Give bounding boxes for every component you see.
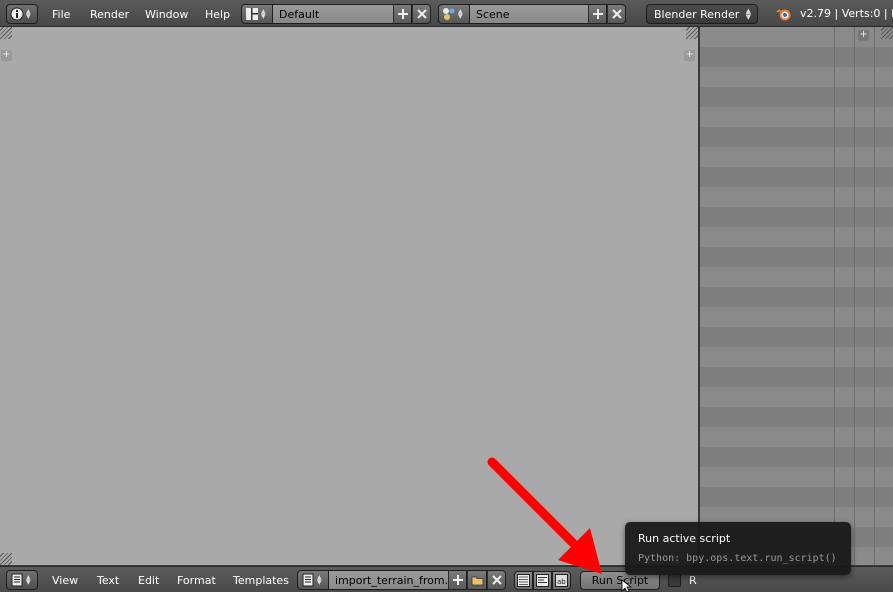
line-numbers-icon — [517, 574, 530, 587]
panel-divider — [854, 27, 855, 565]
chevron-updown-icon: ▲ ▼ — [261, 8, 266, 20]
area-split-handle-top-right[interactable] — [686, 27, 698, 39]
text-datablock-name-field[interactable]: import_terrain_from... — [329, 570, 448, 590]
menu-edit[interactable]: Edit — [138, 574, 159, 587]
scene-name-field[interactable]: Scene — [470, 4, 588, 24]
right-editor-area[interactable]: + — [700, 27, 893, 565]
syntax-highlight-toggle[interactable]: ab — [552, 571, 571, 590]
unlink-text-button[interactable] — [487, 570, 506, 590]
close-icon — [491, 575, 502, 585]
plus-icon — [592, 9, 603, 19]
menu-templates[interactable]: Templates — [233, 574, 289, 587]
blender-logo-icon — [776, 9, 791, 21]
delete-scene-button[interactable] — [607, 4, 626, 24]
properties-toggle-tab[interactable]: + — [684, 50, 695, 61]
menu-render[interactable]: Render — [90, 8, 129, 21]
register-checkbox[interactable] — [668, 574, 681, 587]
plus-icon — [397, 9, 408, 19]
syntax-highlight-icon: ab — [555, 574, 568, 587]
render-engine-label: Blender Render — [654, 8, 740, 21]
editor-type-selector[interactable]: ▲ ▼ — [6, 4, 38, 24]
text-editor-icon — [11, 573, 23, 587]
render-engine-dropdown[interactable]: Blender Render ▲ ▼ — [646, 4, 758, 24]
menu-text[interactable]: Text — [97, 574, 119, 587]
word-wrap-icon — [536, 574, 549, 587]
area-split-handle-right-panel[interactable] — [881, 27, 893, 39]
chevron-updown-icon: ▲ ▼ — [26, 574, 31, 586]
text-doc-icon — [302, 573, 314, 587]
scene-selector: ▲ ▼ Scene — [438, 4, 626, 24]
open-text-button[interactable] — [467, 570, 487, 590]
text-editor-area[interactable]: + + — [0, 27, 699, 565]
panel-divider — [834, 27, 835, 565]
run-script-tooltip: Run active script Python: bpy.ops.text.r… — [625, 522, 851, 575]
text-datablock-browse[interactable]: ▲ ▼ — [297, 570, 329, 590]
screen-layout-icon — [246, 8, 258, 20]
menu-format[interactable]: Format — [177, 574, 216, 587]
register-checkbox-label: R — [689, 574, 697, 587]
new-text-button[interactable] — [448, 570, 467, 590]
chevron-updown-icon: ▲ ▼ — [317, 574, 322, 586]
line-numbers-toggle[interactable] — [514, 571, 533, 590]
chevron-updown-icon: ▲ ▼ — [26, 8, 31, 20]
menu-view[interactable]: View — [52, 574, 78, 587]
mouse-cursor-icon — [621, 579, 633, 592]
menu-file[interactable]: File — [52, 8, 70, 21]
close-icon — [611, 9, 622, 19]
info-header: ▲▼ File Render Window Help ▲▼ Default — [0, 0, 893, 27]
scene-browse[interactable]: ▲ ▼ — [438, 4, 470, 24]
panel-divider — [874, 27, 875, 565]
menu-window[interactable]: Window — [145, 8, 188, 21]
screen-layout-browse[interactable]: ▲ ▼ — [241, 4, 273, 24]
tooltip-python: Python: bpy.ops.text.run_script() — [638, 553, 837, 564]
plus-icon — [452, 575, 463, 585]
area-split-handle-top-left[interactable] — [0, 27, 12, 39]
menu-help[interactable]: Help — [205, 8, 230, 21]
text-editor-type-selector[interactable]: ▲ ▼ — [6, 570, 38, 590]
info-icon — [10, 7, 24, 21]
word-wrap-toggle[interactable] — [533, 571, 552, 590]
toolshelf-toggle-tab[interactable]: + — [1, 50, 12, 61]
add-scene-button[interactable] — [588, 4, 607, 24]
area-split-handle-bottom-left[interactable] — [0, 553, 12, 565]
chevron-updown-icon: ▲ ▼ — [458, 8, 463, 20]
add-layout-button[interactable] — [393, 4, 412, 24]
screen-layout-selector: ▲ ▼ Default — [241, 4, 431, 24]
svg-text:ab: ab — [557, 578, 566, 586]
scene-icon — [443, 8, 455, 20]
screen-layout-name-field[interactable]: Default — [273, 4, 393, 24]
text-datablock-selector: ▲ ▼ import_terrain_from... — [297, 570, 506, 590]
close-icon — [416, 9, 427, 19]
right-panel-toggle-tab[interactable]: + — [858, 30, 869, 41]
chevron-updown-icon: ▲ ▼ — [745, 7, 751, 21]
tooltip-title: Run active script — [638, 532, 731, 545]
scene-statistics: v2.79 | Verts:0 | Fa — [800, 7, 893, 20]
delete-layout-button[interactable] — [412, 4, 431, 24]
folder-icon — [471, 576, 483, 586]
